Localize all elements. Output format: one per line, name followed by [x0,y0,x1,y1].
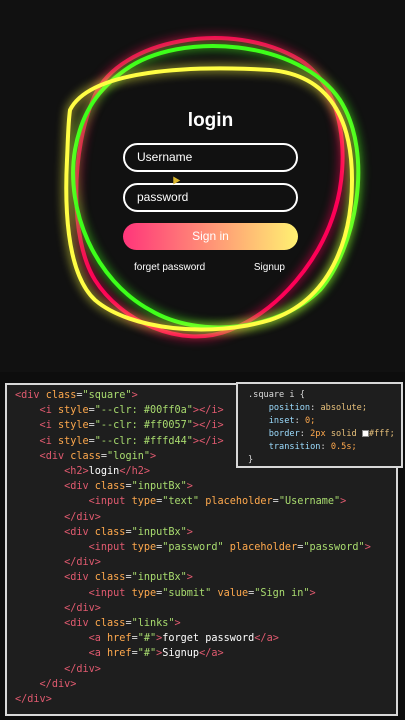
links-row: forget password Signup [123,262,285,273]
css-code-panel: .square i { position: absolute; inset: 0… [236,382,403,468]
html-code-line: <div class="square"> [15,390,138,401]
sign-in-button[interactable]: Sign in [123,223,298,250]
html-code-line: <i style="--clr: #fffd44"></i> [39,435,224,447]
login-title: login [187,110,234,131]
password-input[interactable]: password [123,183,298,212]
username-input[interactable]: Username [123,143,298,172]
forgot-password-link[interactable]: forget password [134,262,205,273]
login-preview: login Username password Sign in forget p… [0,0,405,372]
login-form: login Username password Sign in forget p… [123,110,298,273]
html-code-line: </div> [64,602,101,614]
css-code-line: position: absolute; [268,403,368,413]
css-code-line: .square i { [248,390,305,400]
html-code-line: <a href="#">Signup</a> [88,648,224,660]
html-code-line: </div> [64,511,101,523]
html-code-line: <div class="links"> [64,618,181,629]
signup-link[interactable]: Signup [254,262,285,273]
html-code-line: <div class="inputBx"> [64,526,193,538]
html-code-line: <div class="login"> [39,450,157,462]
html-code-line: <h2>login</h2> [64,466,151,477]
html-code-line: <input type="submit" value="Sign in"> [88,587,316,599]
html-code-line: <input type="password" placeholder="pass… [88,542,371,553]
html-code-line: <input type="text" placeholder="Username… [88,496,347,508]
html-code-line: <div class="inputBx"> [64,481,193,493]
html-code-line: </div> [15,694,52,705]
css-code-line: inset: 0; [268,416,316,426]
html-code-line: <i style="--clr: #00ff0a"></i> [39,405,224,417]
css-code-line: transition: 0.5s; [268,442,357,452]
html-code-line: <i style="--clr: #ff0057"></i> [39,420,224,432]
html-code-line: </div> [39,678,77,690]
html-code-line: <div class="inputBx"> [64,572,193,584]
css-code-line: border: 2px solid #fff; [268,429,395,439]
css-code-line: } [248,455,254,465]
html-code-line: <a href="#">forget password</a> [88,633,279,645]
html-code-line: </div> [64,663,101,675]
html-code-line: </div> [64,557,101,569]
